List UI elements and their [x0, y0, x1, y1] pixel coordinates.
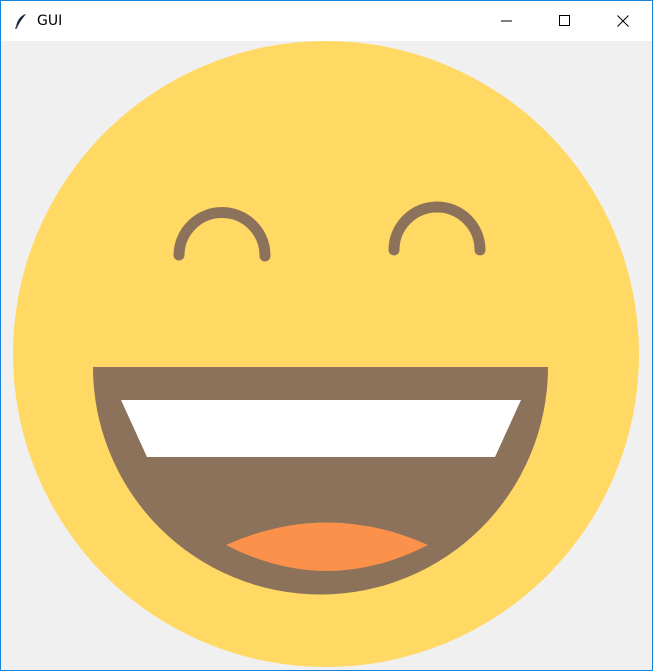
minimize-icon — [501, 20, 512, 22]
close-button[interactable] — [594, 1, 652, 41]
close-icon — [617, 15, 629, 27]
smiley-face-drawing — [13, 41, 639, 667]
maximize-button[interactable] — [536, 1, 594, 41]
teeth — [121, 400, 521, 457]
app-window: GUI — [0, 0, 653, 671]
title-bar[interactable]: GUI — [1, 1, 652, 41]
window-controls — [478, 1, 652, 41]
window-title: GUI — [37, 13, 63, 29]
maximize-icon — [559, 15, 570, 26]
feather-icon — [13, 13, 29, 29]
minimize-button[interactable] — [478, 1, 536, 41]
drawing-canvas[interactable] — [1, 41, 652, 670]
